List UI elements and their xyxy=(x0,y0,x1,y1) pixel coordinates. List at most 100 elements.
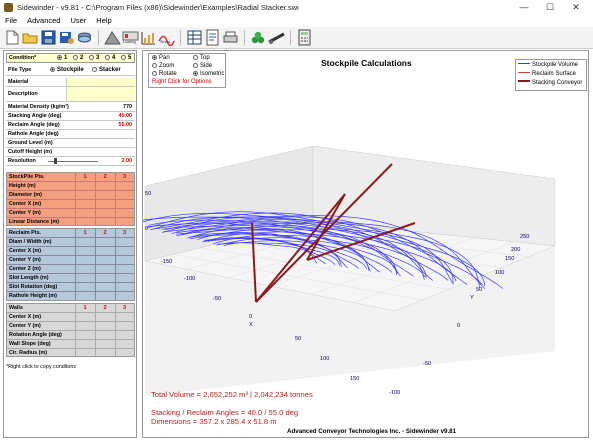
credit-text: Advanced Conveyor Technologies Inc. - Si… xyxy=(287,428,457,435)
x-tick: 50 xyxy=(295,336,302,342)
col-divider xyxy=(115,173,116,225)
pellets-icon[interactable] xyxy=(250,29,267,46)
x-tick: -150 xyxy=(161,259,173,265)
view-top-radio[interactable]: Top xyxy=(193,55,210,61)
y-tick: 200 xyxy=(511,247,521,253)
col-divider xyxy=(95,304,96,356)
ruler-chart-icon[interactable] xyxy=(140,29,157,46)
legend-stockpile-volume: Stockpile Volume xyxy=(518,62,578,68)
toolbar: Loading Stress xyxy=(0,27,593,49)
pile-type-stockpile-radio[interactable]: Stockpile xyxy=(50,67,84,73)
stockpile-col-3: 3 xyxy=(122,174,127,180)
description-row[interactable]: Description xyxy=(6,87,135,102)
toolbar-separator xyxy=(290,30,291,45)
rathole-angle-label: Rathole Angle (deg) xyxy=(8,131,59,137)
menu-advanced[interactable]: Advanced xyxy=(22,16,65,25)
density-row[interactable]: Material Density (kg/m³) 770 xyxy=(6,103,135,112)
material-field[interactable] xyxy=(66,78,135,86)
toolbar-separator xyxy=(244,30,245,45)
menu-help[interactable]: Help xyxy=(91,16,116,25)
condition-selector: Condition* 1 2 3 4 5 xyxy=(6,53,135,63)
view-rotate-radio[interactable]: Rotate xyxy=(152,71,177,77)
loading-label: Loading xyxy=(123,40,136,44)
pile-type-stacker-radio[interactable]: Stacker xyxy=(92,67,121,73)
stacking-angle-value[interactable]: 40.00 xyxy=(119,113,133,119)
reclaim-col-3: 3 xyxy=(122,230,127,236)
save-icon[interactable] xyxy=(40,29,57,46)
condition-radio-3[interactable]: 3 xyxy=(89,55,99,61)
resolution-slider-thumb[interactable] xyxy=(54,158,57,164)
x-tick: 100 xyxy=(320,356,330,362)
print-icon[interactable] xyxy=(222,29,239,46)
view-isometric-radio[interactable]: Isometric xyxy=(193,71,224,77)
rathole-angle-row[interactable]: Rathole Angle (deg) xyxy=(6,130,135,139)
col-divider xyxy=(75,229,76,300)
z-tick: 0 xyxy=(145,226,149,232)
app-icon xyxy=(4,2,13,12)
x-tick: -100 xyxy=(184,276,196,282)
condition-radio-5[interactable]: 5 xyxy=(121,55,131,61)
plot-legend: Stockpile Volume Reclaim Surface Stackin… xyxy=(515,59,587,91)
dimensions-text: Dimensions = 357.2 x 285.4 x 51.8 m xyxy=(151,417,277,426)
resolution-value[interactable]: 2.00 xyxy=(122,158,133,164)
condition-radio-4[interactable]: 4 xyxy=(105,55,115,61)
copy-conditions-footnote: *Right click to copy conditons xyxy=(6,364,77,370)
stacking-angle-row[interactable]: Stacking Angle (deg) 40.00 xyxy=(6,112,135,121)
toolbar-separator xyxy=(98,30,99,45)
cutoff-height-row[interactable]: Cutoff Height (m) xyxy=(6,148,135,157)
conveyor-icon[interactable] xyxy=(268,29,285,46)
menu-file[interactable]: File xyxy=(0,16,22,25)
stockpile-plot[interactable]: Pan Top Zoom Side Rotate Isometric Right… xyxy=(142,50,589,438)
calculator-icon[interactable] xyxy=(296,29,313,46)
walls-col-1: 1 xyxy=(83,305,87,311)
condition-radio-1[interactable]: 1 xyxy=(57,55,67,61)
reclaim-angle-value[interactable]: 55.00 xyxy=(119,122,133,128)
reclaim-angle-row[interactable]: Reclaim Angle (deg) 55.00 xyxy=(6,121,135,130)
col-divider xyxy=(115,304,116,356)
ground-level-label: Ground Level (m) xyxy=(8,140,53,146)
col-divider xyxy=(95,173,96,225)
material-row[interactable]: Material xyxy=(6,78,135,87)
reclaim-angle-label: Reclaim Angle (deg) xyxy=(8,122,60,128)
reclaim-col-1: 1 xyxy=(83,230,87,236)
menu-user[interactable]: User xyxy=(65,16,91,25)
stockpile-view-icon[interactable] xyxy=(104,29,121,46)
stress-label: Stress xyxy=(160,40,171,44)
material-label: Material xyxy=(8,79,29,85)
reclaim-col-2: 2 xyxy=(103,230,107,236)
save-as-icon[interactable] xyxy=(58,29,75,46)
density-value[interactable]: 770 xyxy=(123,104,132,110)
report-icon[interactable] xyxy=(204,29,221,46)
plot-3d-canvas[interactable] xyxy=(143,51,588,437)
reclaim-points-table: Reclaim Pts. 1 2 3 Diam / Width (m) Cent… xyxy=(6,228,135,301)
pile-type-label: Pile Type xyxy=(8,67,32,73)
view-pan-radio[interactable]: Pan xyxy=(152,55,170,61)
z-tick: 50 xyxy=(145,191,152,197)
description-field[interactable] xyxy=(66,87,135,101)
col-divider xyxy=(95,229,96,300)
y-axis-letter: Y xyxy=(470,295,474,301)
open-folder-icon[interactable] xyxy=(22,29,39,46)
plot-title: Stockpile Calculations xyxy=(321,58,412,68)
y-tick: 250 xyxy=(520,234,530,240)
x-axis-letter: X xyxy=(249,322,253,328)
col-divider xyxy=(75,173,76,225)
ground-level-row[interactable]: Ground Level (m) xyxy=(6,139,135,148)
stockpile-header-label: StockPile Pts. xyxy=(9,174,45,180)
new-file-icon[interactable] xyxy=(4,29,21,46)
view-side-radio[interactable]: Side xyxy=(193,63,212,69)
legend-reclaim-surface: Reclaim Surface xyxy=(518,71,576,77)
y-tick: 0 xyxy=(457,323,461,329)
x-tick: 0 xyxy=(249,314,253,320)
spreadsheet-icon[interactable] xyxy=(186,29,203,46)
view-controls: Pan Top Zoom Side Rotate Isometric Right… xyxy=(148,53,226,88)
walls-table: Walls 1 2 3 Center X (m) Center Y (m) Ro… xyxy=(6,303,135,357)
minimize-button[interactable]: — xyxy=(514,0,534,14)
maximize-button[interactable]: ☐ xyxy=(540,0,560,14)
view-zoom-radio[interactable]: Zoom xyxy=(152,63,174,69)
layers-icon[interactable] xyxy=(76,29,93,46)
close-button[interactable]: ✕ xyxy=(566,0,586,14)
resolution-row: Resolution 2.00 xyxy=(6,157,135,166)
walls-col-2: 2 xyxy=(103,305,107,311)
condition-radio-2[interactable]: 2 xyxy=(73,55,83,61)
